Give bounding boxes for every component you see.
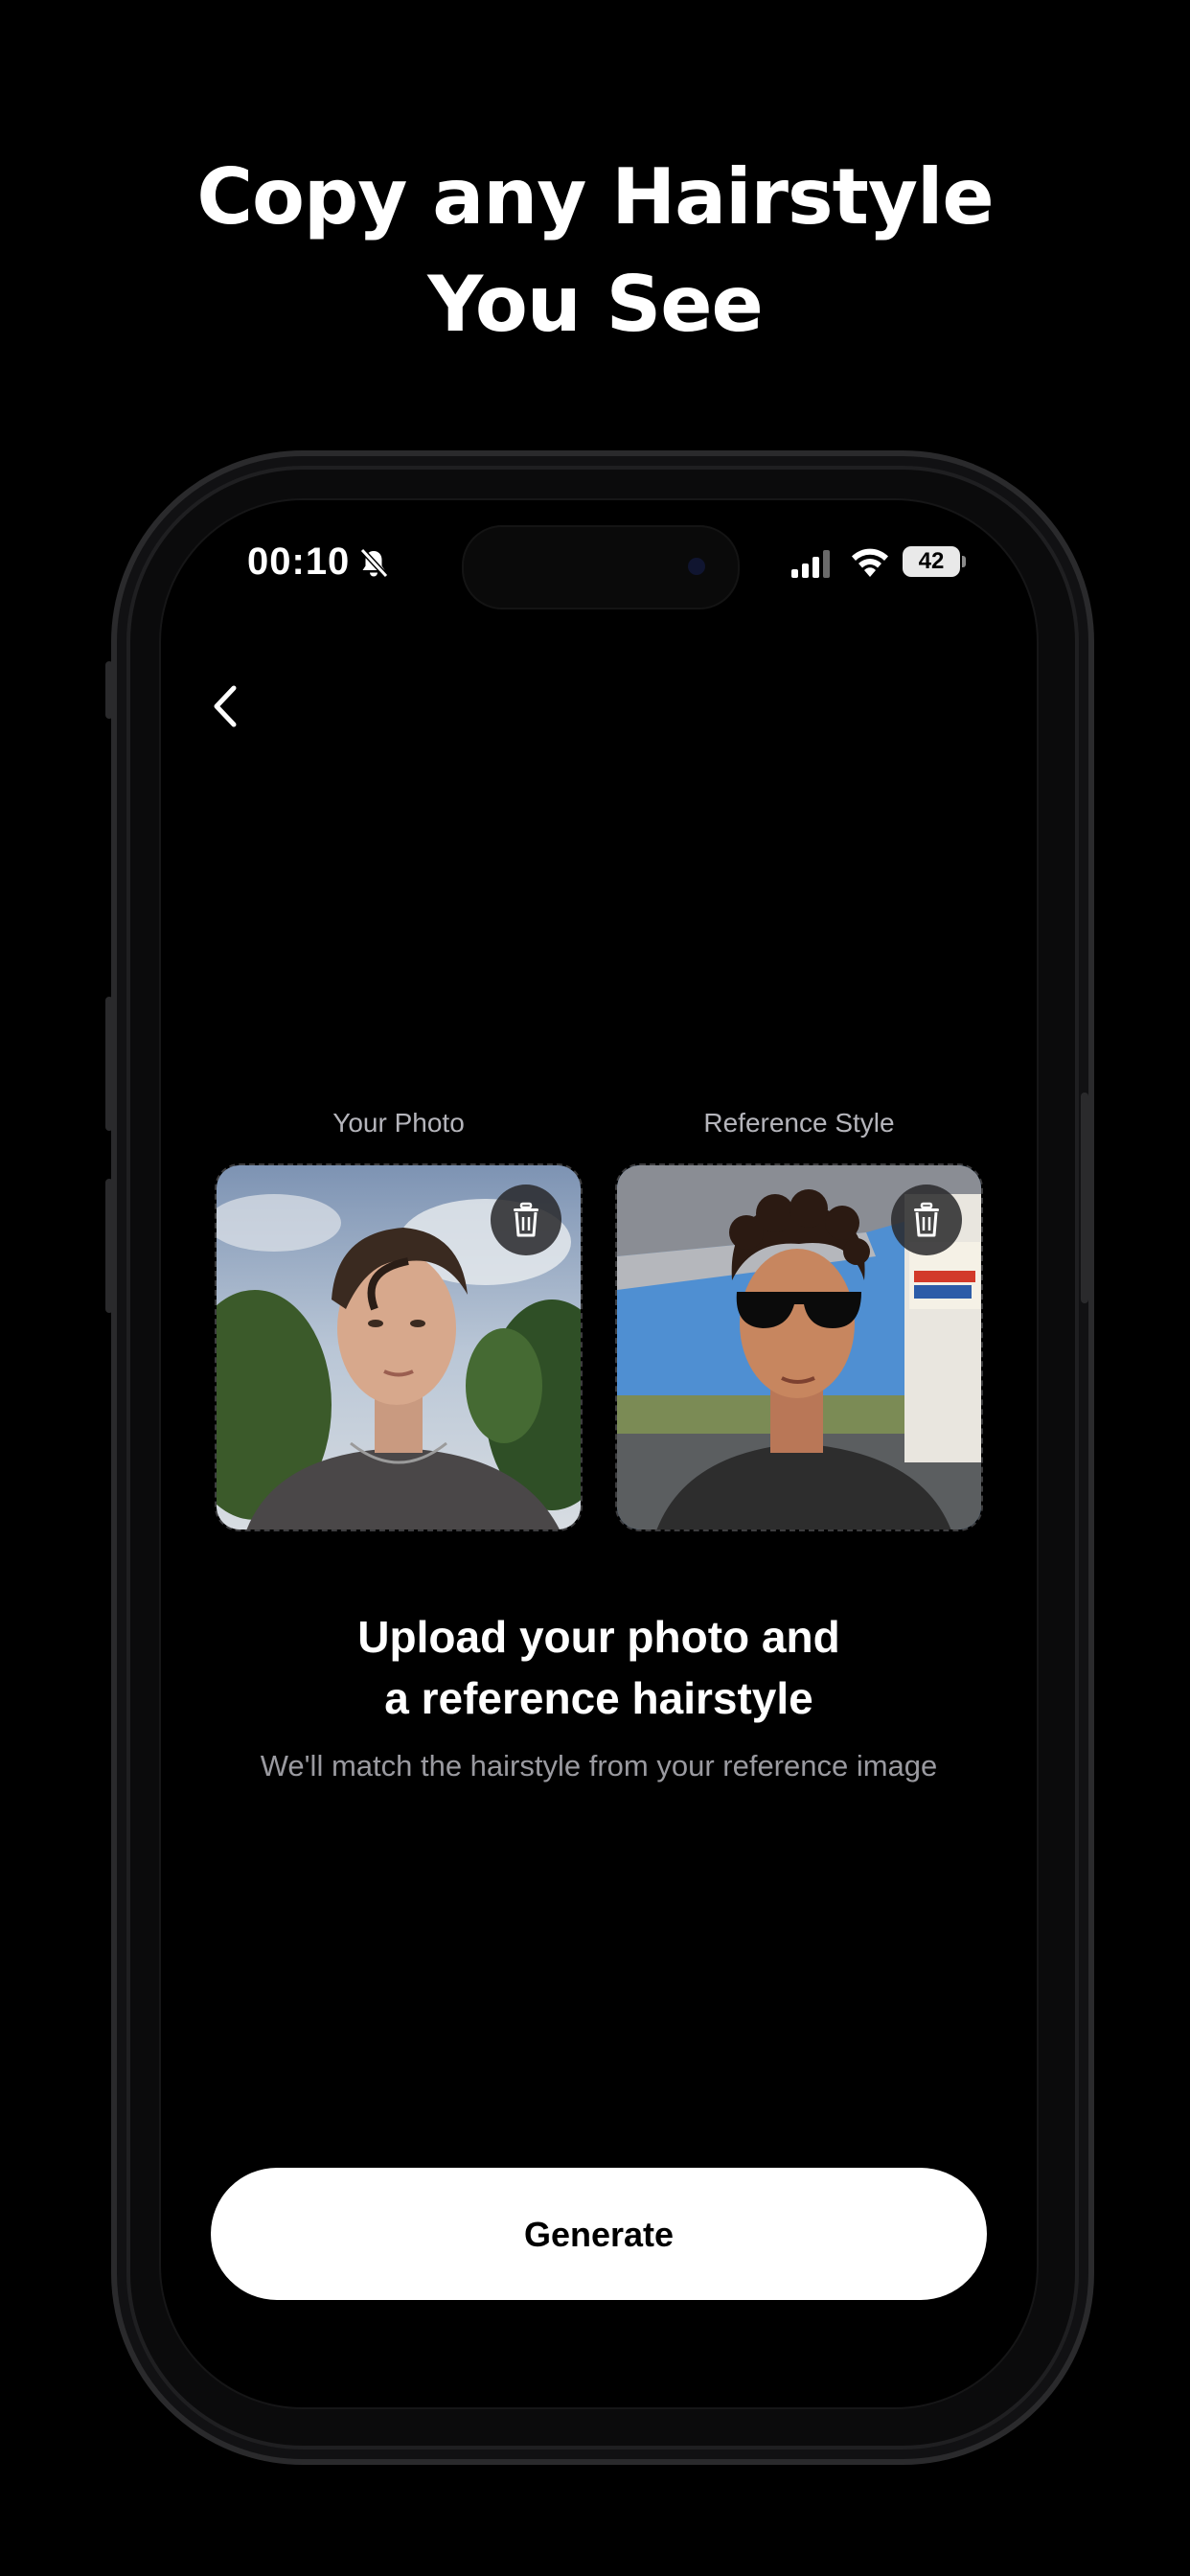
battery-icon: 42 bbox=[903, 546, 960, 577]
bell-slash-icon bbox=[359, 547, 389, 579]
reference-photo-card[interactable] bbox=[615, 1163, 983, 1531]
phone-side-button bbox=[105, 997, 113, 1131]
dynamic-island bbox=[462, 525, 740, 610]
chevron-left-icon[interactable] bbox=[207, 680, 245, 732]
reference-style-label: Reference Style bbox=[703, 1108, 895, 1138]
battery-tip bbox=[962, 556, 966, 567]
marketing-headline: Copy any Hairstyle You See bbox=[0, 144, 1190, 358]
upload-subtext: We'll match the hairstyle from your refe… bbox=[260, 1749, 938, 1782]
upload-heading-line-2: a reference hairstyle bbox=[384, 1673, 813, 1723]
phone-side-button bbox=[105, 661, 113, 719]
wifi-icon bbox=[852, 548, 888, 577]
phone-side-button bbox=[105, 1179, 113, 1313]
delete-reference-button[interactable] bbox=[891, 1184, 962, 1255]
trash-icon bbox=[914, 1202, 939, 1237]
phone-screen: 00:10 42 Your Photo Reference Style Uplo… bbox=[159, 498, 1039, 2409]
battery-level: 42 bbox=[918, 548, 945, 574]
cellular-signal-icon bbox=[791, 550, 830, 578]
status-time: 00:10 bbox=[247, 540, 351, 583]
your-photo-card[interactable] bbox=[215, 1163, 583, 1531]
delete-your-photo-button[interactable] bbox=[491, 1184, 561, 1255]
upload-heading-line-1: Upload your photo and bbox=[357, 1612, 840, 1662]
phone-side-button bbox=[1081, 1092, 1088, 1303]
front-camera bbox=[688, 558, 705, 575]
headline-line-2: You See bbox=[427, 260, 763, 349]
generate-button[interactable]: Generate bbox=[211, 2168, 987, 2300]
your-photo-label: Your Photo bbox=[332, 1108, 465, 1138]
trash-icon bbox=[514, 1202, 538, 1237]
upload-heading: Upload your photo and a reference hairst… bbox=[161, 1606, 1037, 1729]
headline-line-1: Copy any Hairstyle bbox=[196, 152, 994, 242]
